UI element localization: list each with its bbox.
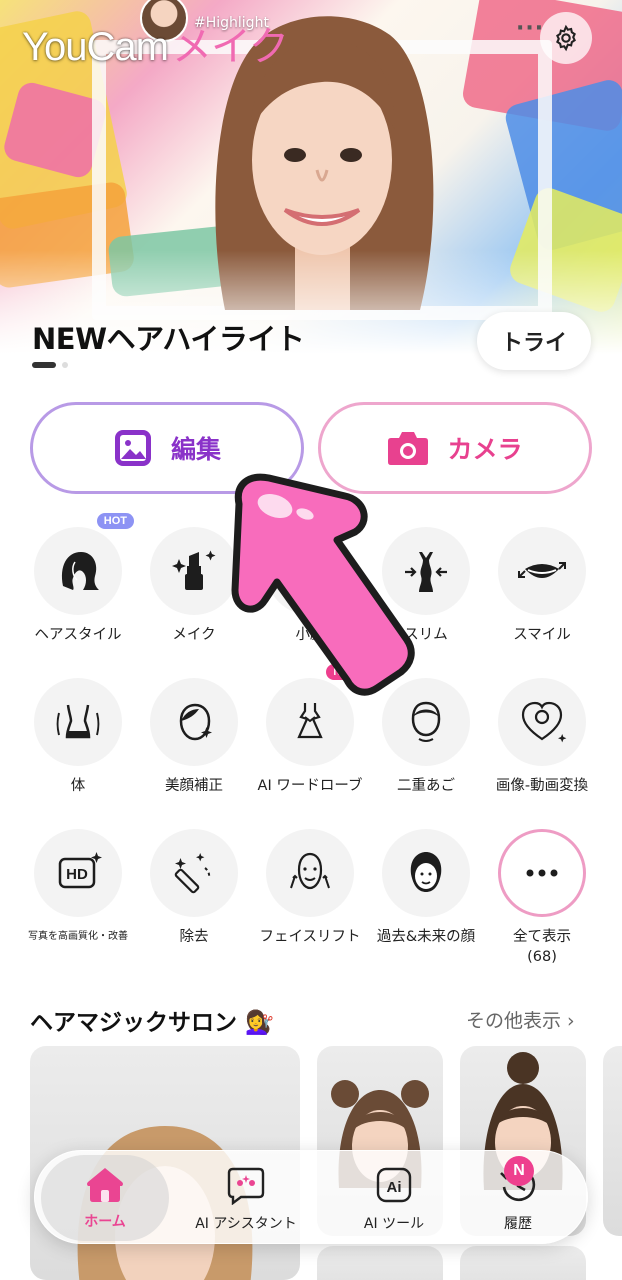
section-title: ヘアマジックサロン 💇‍♀️ xyxy=(30,1003,274,1037)
feature-aging-face[interactable]: 過去&未来の顔 xyxy=(368,829,484,947)
ai-assistant-icon xyxy=(227,1167,265,1206)
hero-title: NEWヘアハイライト xyxy=(32,322,305,356)
camera-label: カメラ xyxy=(447,435,523,464)
feature-label: 二重あご xyxy=(397,778,455,794)
feature-label: スマイル xyxy=(513,627,571,643)
carousel-dot-active xyxy=(32,362,56,368)
feature-image-to-video[interactable]: 画像-動画変換 xyxy=(484,678,600,796)
salon-card[interactable] xyxy=(603,1046,622,1236)
camera-icon xyxy=(388,432,429,465)
svg-text:HD: HD xyxy=(66,866,88,883)
feature-body[interactable]: 体 xyxy=(20,678,136,796)
feature-label: 除去 xyxy=(179,929,209,945)
feature-label: 写真を高画質化・改善 xyxy=(28,931,128,942)
app-logo: YouCam メイク xyxy=(22,14,289,72)
feature-smile[interactable]: スマイル xyxy=(484,527,600,645)
feature-label: 画像-動画変換 xyxy=(495,778,589,794)
feature-label: 体 xyxy=(70,778,86,794)
logo-make: メイク xyxy=(171,25,289,69)
feature-face-lift[interactable]: フェイスリフト xyxy=(252,829,368,947)
feature-label: 過去&未来の顔 xyxy=(376,929,476,945)
more-dots-icon xyxy=(526,869,558,877)
lipstick-icon xyxy=(172,550,216,590)
hair-salon-emoji-icon: 💇‍♀️ xyxy=(245,1010,274,1036)
feature-label: 美顔補正 xyxy=(165,778,223,794)
feature-hairstyle[interactable]: HOT ヘアスタイル xyxy=(20,513,136,645)
see-more-link[interactable]: その他表示 › xyxy=(466,1006,575,1033)
gear-icon xyxy=(556,24,576,52)
carousel-indicator xyxy=(32,362,68,368)
heart-video-icon xyxy=(521,701,567,743)
hd-icon: HD xyxy=(58,852,102,889)
nav-ai-tools[interactable]: Ai AI ツール xyxy=(329,1151,459,1245)
nav-home[interactable]: ホーム xyxy=(41,1155,169,1241)
tutorial-arrow-icon xyxy=(231,473,415,696)
salon-title-text: ヘアマジックサロン xyxy=(30,1010,237,1036)
feature-show-all[interactable]: 全て表示 (68) xyxy=(484,829,600,967)
feature-hd-enhance[interactable]: HD 写真を高画質化・改善 xyxy=(20,829,136,947)
face-retouch-icon xyxy=(179,703,212,741)
edit-label: 編集 xyxy=(170,435,221,464)
settings-button[interactable] xyxy=(540,12,592,64)
salon-card[interactable] xyxy=(317,1246,443,1280)
eraser-wand-icon xyxy=(174,853,211,894)
salon-card[interactable] xyxy=(460,1246,586,1280)
nav-label: AI ツール xyxy=(363,1216,425,1232)
notification-badge: N xyxy=(504,1156,534,1186)
hot-badge: HOT xyxy=(96,513,134,529)
nav-ai-assistant[interactable]: AI アシスタント xyxy=(181,1151,311,1245)
carousel-dot xyxy=(62,362,68,368)
hero-banner[interactable]: #Highlight YouCam メイク ··· NEWヘアハイライト トライ xyxy=(0,0,622,380)
hair-icon xyxy=(61,552,99,590)
face-lift-icon xyxy=(290,852,330,890)
nav-label: 履歴 xyxy=(504,1216,532,1232)
feature-label: 全て表示 (68) xyxy=(513,929,571,965)
nav-label: ホーム xyxy=(84,1214,126,1230)
home-icon xyxy=(87,1168,123,1202)
smile-lips-icon xyxy=(518,562,566,578)
feature-label: フェイスリフト xyxy=(259,929,361,945)
svg-text:Ai: Ai xyxy=(387,1179,402,1196)
logo-youcam: YouCam xyxy=(22,25,169,69)
ai-tools-icon: Ai xyxy=(376,1167,412,1203)
feature-remove[interactable]: 除去 xyxy=(136,829,252,947)
body-shape-icon xyxy=(56,704,100,739)
try-button[interactable]: トライ xyxy=(477,312,591,370)
feature-label: ヘアスタイル xyxy=(34,627,122,643)
nav-label: AI アシスタント xyxy=(195,1216,297,1232)
aging-face-icon xyxy=(410,852,442,892)
feature-label: AI ワードローブ xyxy=(257,778,363,794)
image-icon xyxy=(114,430,151,466)
